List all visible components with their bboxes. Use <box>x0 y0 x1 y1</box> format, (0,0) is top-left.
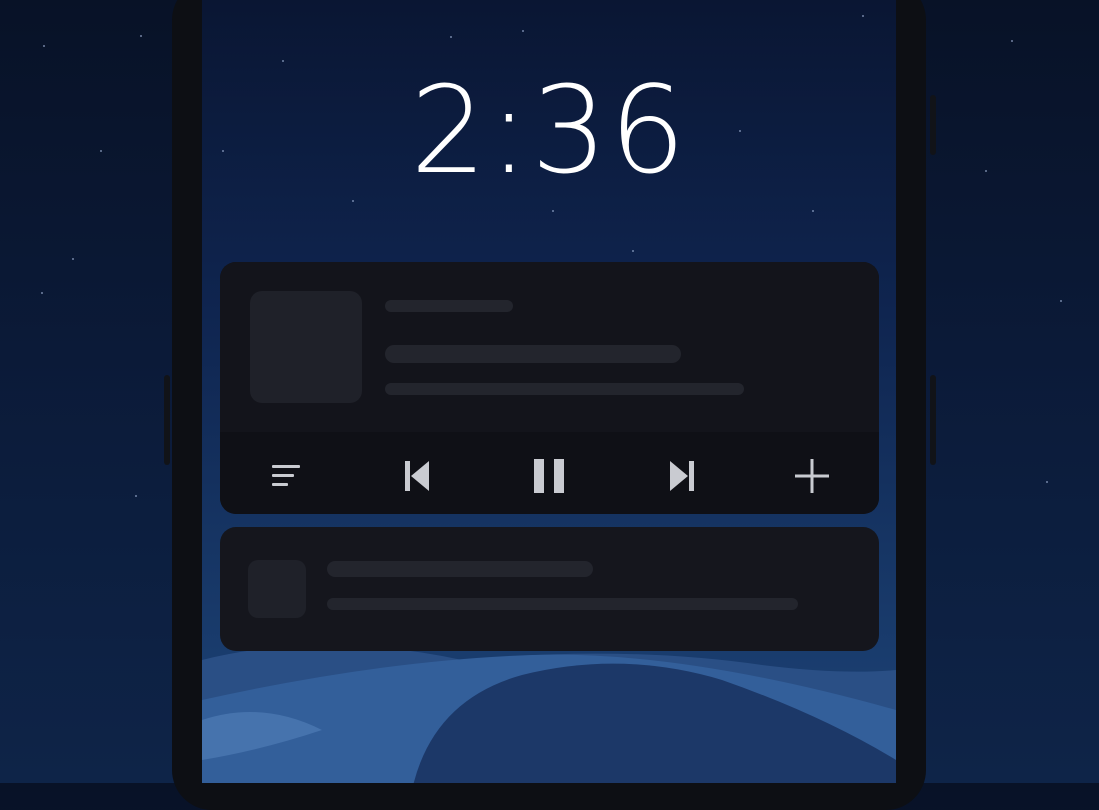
play-pause-button[interactable] <box>527 454 571 498</box>
track-meta-placeholder <box>385 300 513 312</box>
skip-next-icon <box>670 461 694 491</box>
notification-body-placeholder <box>327 598 798 610</box>
media-player-card[interactable] <box>220 262 879 514</box>
queue-button[interactable] <box>264 454 308 498</box>
notification-title-placeholder <box>327 561 593 577</box>
phone-side-button <box>164 375 170 465</box>
pause-icon <box>534 459 564 493</box>
album-art <box>250 291 362 403</box>
add-button[interactable] <box>790 454 834 498</box>
phone-side-button <box>930 95 936 155</box>
skip-previous-icon <box>405 461 429 491</box>
track-title-placeholder <box>385 345 681 363</box>
media-info <box>220 262 879 432</box>
add-icon <box>795 459 829 493</box>
notification-app-icon <box>248 560 306 618</box>
queue-icon <box>272 465 300 486</box>
phone-side-button <box>930 375 936 465</box>
previous-track-button[interactable] <box>395 454 439 498</box>
notification-card[interactable] <box>220 527 879 651</box>
next-track-button[interactable] <box>660 454 704 498</box>
track-artist-placeholder <box>385 383 744 395</box>
lock-clock: 2:36 <box>410 62 688 201</box>
